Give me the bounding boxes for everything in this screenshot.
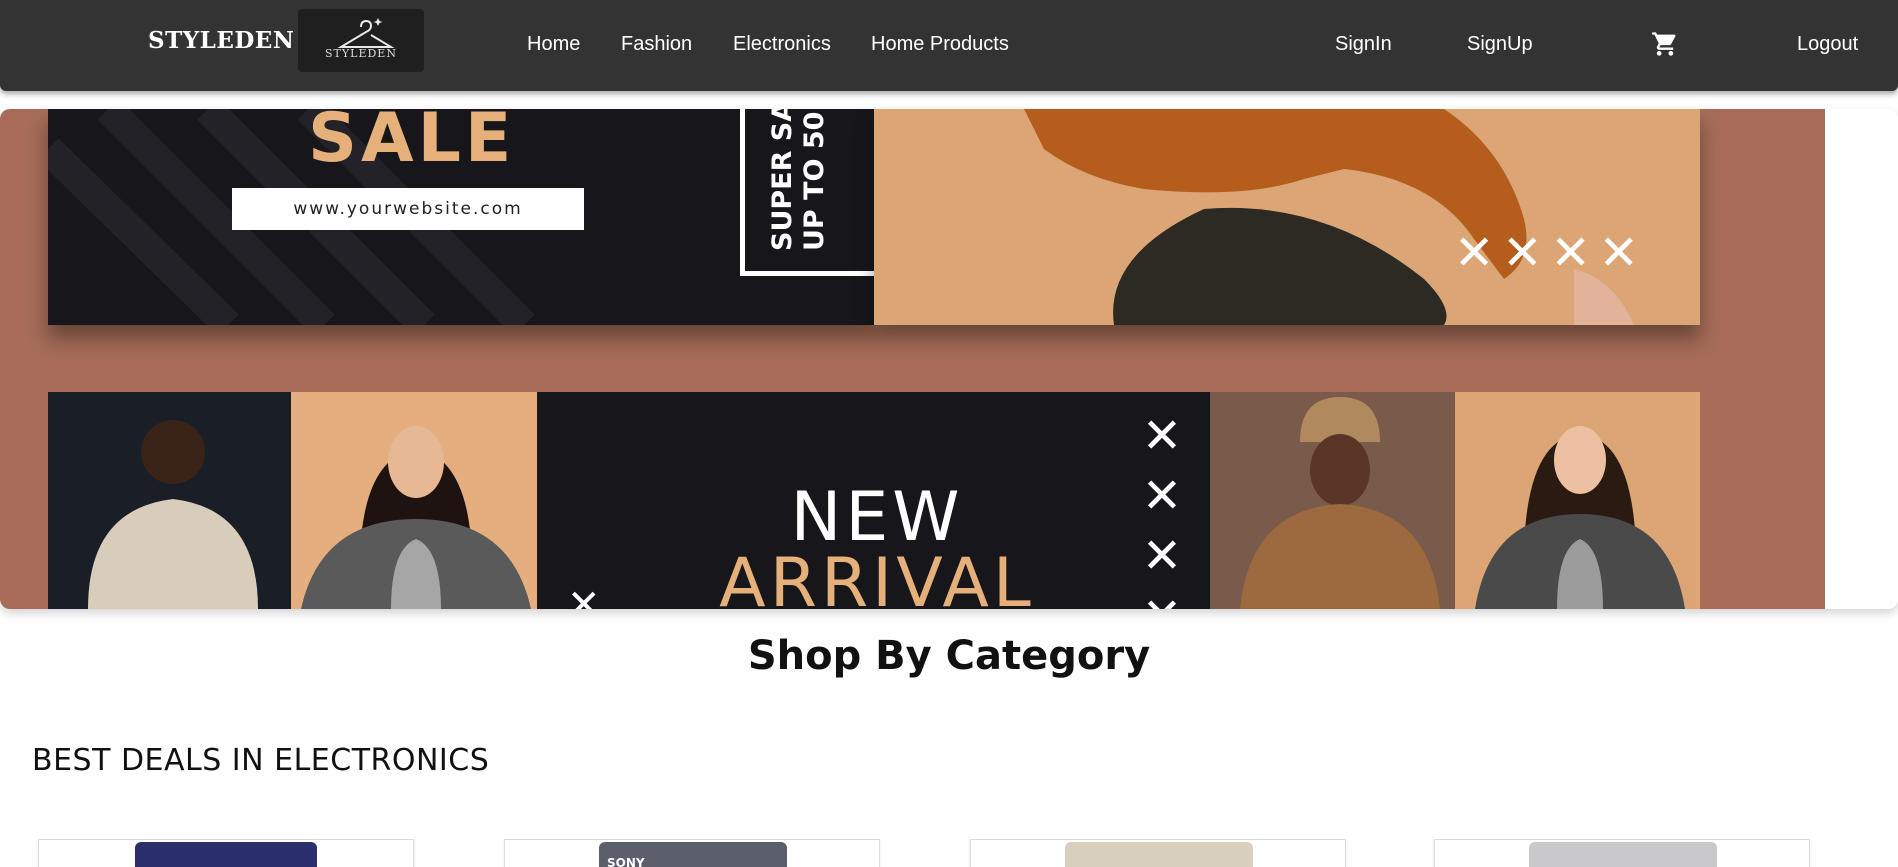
deal-card[interactable] (1434, 839, 1810, 867)
super-sale-text: SUPER SA (767, 109, 798, 251)
product-thumbnail (1529, 842, 1717, 867)
nav-home-products[interactable]: Home Products (871, 33, 1009, 56)
x-mark-small: ✕ (567, 582, 601, 609)
x-marks-top: ✕✕✕✕ (1454, 225, 1647, 281)
model-photo-2 (291, 392, 537, 609)
discount-text: UP TO 50 (799, 111, 830, 251)
hero-banner[interactable]: SALE www.yourwebsite.com SUPER SA UP TO … (0, 109, 1898, 609)
shop-by-category-heading: Shop By Category (747, 633, 1151, 679)
website-box: www.yourwebsite.com (232, 188, 584, 230)
deal-card[interactable]: SONY (504, 839, 880, 867)
sale-heading: SALE (308, 109, 516, 178)
signup-link[interactable]: SignUp (1467, 33, 1533, 56)
x-mark: ✕ (1141, 468, 1183, 524)
nav-home[interactable]: Home (527, 33, 580, 56)
sale-panel: SALE www.yourwebsite.com SUPER SA UP TO … (48, 109, 874, 325)
deal-card[interactable] (38, 839, 414, 867)
hanger-icon (337, 18, 395, 48)
deal-card[interactable] (970, 839, 1346, 867)
brand-logo[interactable]: STYLEDEN (298, 9, 424, 72)
nav-fashion[interactable]: Fashion (621, 33, 692, 56)
model-photo-4 (1455, 392, 1700, 609)
x-mark: ✕ (1550, 225, 1599, 281)
product-thumbnail (135, 842, 317, 867)
x-marks-column: ✕ ✕ ✕ ✕ (1137, 406, 1187, 609)
nav-electronics[interactable]: Electronics (733, 33, 831, 56)
product-thumbnail (1065, 842, 1253, 867)
model-photo-1 (48, 392, 291, 609)
signin-link[interactable]: SignIn (1335, 33, 1392, 56)
cart-icon[interactable] (1651, 30, 1679, 58)
x-mark: ✕ (1141, 408, 1183, 464)
model-photo-3 (1210, 392, 1455, 609)
x-mark: ✕ (1598, 225, 1647, 281)
x-mark: ✕ (1137, 586, 1187, 609)
x-mark: ✕ (1141, 528, 1183, 584)
new-arrival-panel: NEW ARRIVAL ✕ ✕ ✕ ✕ ✕ (537, 392, 1210, 609)
logo-wordmark: STYLEDEN (325, 47, 397, 60)
x-mark: ✕ (1454, 225, 1503, 281)
top-navbar: STYLEDEN STYLEDEN Home Fashion Electroni… (0, 0, 1898, 91)
brand-name[interactable]: STYLEDEN (148, 27, 294, 54)
product-thumbnail: SONY (599, 842, 787, 867)
best-deals-heading: BEST DEALS IN ELECTRONICS (32, 743, 490, 778)
banner-image: SALE www.yourwebsite.com SUPER SA UP TO … (0, 109, 1825, 609)
product-brand-label: SONY (607, 856, 645, 867)
x-mark: ✕ (1502, 225, 1551, 281)
arrival-heading: ARRIVAL (719, 544, 1035, 609)
deals-cards-row: SONY (0, 839, 1898, 867)
model-photo-top: ✕✕✕✕ (874, 109, 1700, 325)
logout-link[interactable]: Logout (1797, 33, 1858, 56)
